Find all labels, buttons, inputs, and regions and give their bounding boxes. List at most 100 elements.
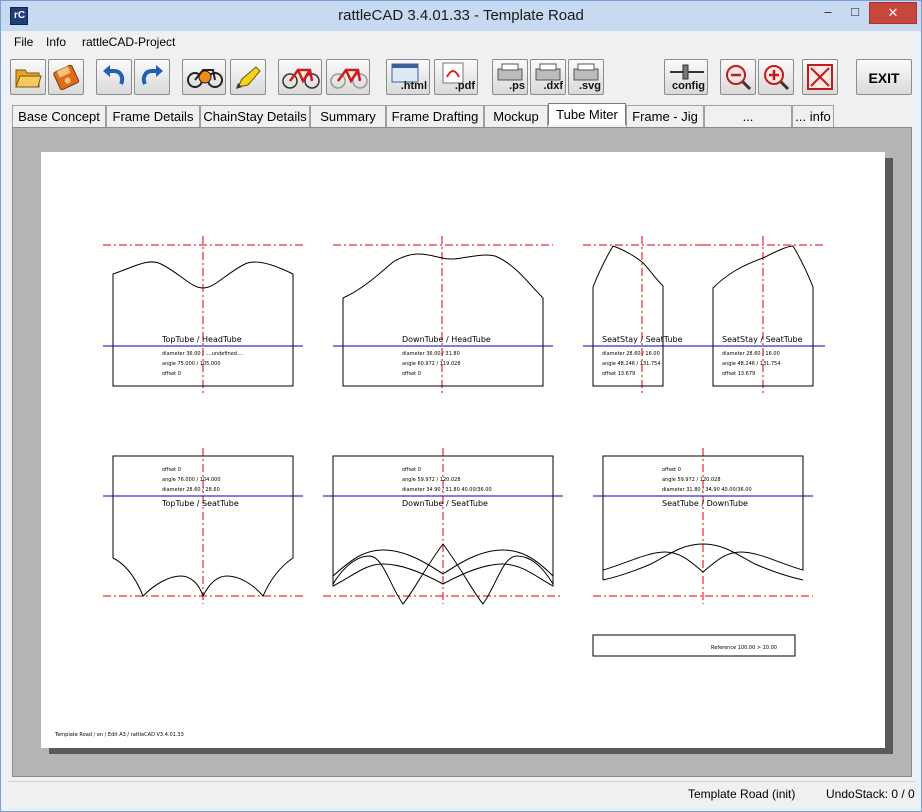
reference-label: Reference 100.00 > 10.00 xyxy=(711,645,777,651)
undo-icon xyxy=(103,65,125,85)
miter-offset: offset 0 xyxy=(162,467,181,473)
miter-title: SeatTube / DownTube xyxy=(662,499,748,508)
export-html-button[interactable]: .html xyxy=(386,59,430,95)
miter-diameter: diameter 36.00 / ....undefined.... xyxy=(162,351,244,357)
miter-offset: offset 0 xyxy=(402,467,421,473)
export-pdf-label: .pdf xyxy=(454,80,475,92)
zoom-out-icon xyxy=(726,65,752,91)
bike-red-icon xyxy=(282,68,320,89)
export-ps-label: .ps xyxy=(509,80,525,92)
miter-toptube-headtube: TopTube / HeadTube diameter 36.00 / ....… xyxy=(103,236,303,394)
miter-diameter: diameter 28.60 / 16.00 xyxy=(602,351,660,357)
miter-toptube-seattube: offset 0 angle 76.000 / 104.000 diameter… xyxy=(103,448,303,604)
fit-icon xyxy=(807,64,833,90)
drawing-canvas[interactable]: TopTube / HeadTube diameter 36.00 / ....… xyxy=(12,127,912,777)
redo-button[interactable] xyxy=(134,59,170,95)
zoom-out-button[interactable] xyxy=(720,59,756,95)
tab-summary[interactable]: Summary xyxy=(310,105,386,127)
open-button[interactable] xyxy=(10,59,46,95)
tab-tube-miter[interactable]: Tube Miter xyxy=(548,103,626,125)
config-label: config xyxy=(672,80,705,92)
miter-downtube-seattube: offset 0 angle 59.972 / 120.028 diameter… xyxy=(323,448,563,605)
window-title: rattleCAD 3.4.01.33 - Template Road xyxy=(338,7,584,24)
open-icon xyxy=(15,69,42,88)
fit-button[interactable] xyxy=(802,59,838,95)
export-pdf-button[interactable]: .pdf xyxy=(434,59,478,95)
tab-frame-details[interactable]: Frame Details xyxy=(106,105,200,127)
miter-angle: angle 76.000 / 104.000 xyxy=(162,477,221,483)
redo-icon xyxy=(141,65,163,85)
bike-frame-icon xyxy=(330,68,368,89)
tab-components[interactable]: ... Components xyxy=(704,105,792,145)
toolbar: .html .pdf .ps .dxf .svg config EXIT xyxy=(8,55,916,101)
export-svg-button[interactable]: .svg xyxy=(568,59,604,95)
render-icon xyxy=(187,69,223,88)
miter-diameter: diameter 34.90 / 31.80 40.00/36.00 xyxy=(402,487,492,493)
export-ps-button[interactable]: .ps xyxy=(492,59,528,95)
miter-angle: angle 48.246 / 131.754 xyxy=(602,361,661,367)
tab-frame-jig[interactable]: Frame - Jig xyxy=(626,105,704,127)
miter-seattube-downtube: offset 0 angle 59.972 / 120.028 diameter… xyxy=(593,448,813,604)
miter-offset: offset 13.679 xyxy=(602,371,635,377)
menu-rattlecad-project[interactable]: rattleCAD-Project xyxy=(82,35,175,49)
exit-button[interactable]: EXIT xyxy=(856,59,912,95)
miter-title: TopTube / SeatTube xyxy=(161,499,239,508)
title-bar: rC rattleCAD 3.4.01.33 - Template Road –… xyxy=(1,1,921,31)
miter-offset: offset 0 xyxy=(162,371,181,377)
miter-offset: offset 0 xyxy=(662,467,681,473)
save-button[interactable] xyxy=(48,59,84,95)
tab-chainstay-details[interactable]: ChainStay Details xyxy=(200,105,310,127)
miter-diameter: diameter 28.60 / 28.60 xyxy=(162,487,220,493)
export-html-label: .html xyxy=(400,80,427,92)
tab-base-concept[interactable]: Base Concept xyxy=(12,105,106,127)
close-button[interactable]: ✕ xyxy=(869,2,917,24)
menu-file[interactable]: File xyxy=(14,35,33,49)
undo-button[interactable] xyxy=(96,59,132,95)
status-bar: Template Road (init) UndoStack: 0 / 0 xyxy=(8,781,916,805)
miter-angle: angle 59.972 / 120.028 xyxy=(402,477,461,483)
miter-diameter: diameter 36.00 / 31.80 xyxy=(402,351,460,357)
tube-miter-drawing: TopTube / HeadTube diameter 36.00 / ....… xyxy=(54,236,825,738)
miter-offset: offset 0 xyxy=(402,371,421,377)
miter-angle: angle 48.246 / 131.754 xyxy=(722,361,781,367)
client-area: File Info rattleCAD-Project .html .pdf .… xyxy=(8,31,916,807)
config-button[interactable]: config xyxy=(664,59,708,95)
export-dxf-label: .dxf xyxy=(543,80,563,92)
bike-frame-button[interactable] xyxy=(326,59,370,95)
miter-title: DownTube / HeadTube xyxy=(402,335,491,344)
tab-frame-drafting[interactable]: Frame Drafting xyxy=(386,105,484,127)
maximize-button[interactable]: □ xyxy=(843,2,867,24)
bike-red-button[interactable] xyxy=(278,59,322,95)
export-svg-label: .svg xyxy=(578,80,601,92)
miter-downtube-headtube: DownTube / HeadTube diameter 36.00 / 31.… xyxy=(333,236,553,394)
minimize-button[interactable]: – xyxy=(816,2,840,24)
export-dxf-button[interactable]: .dxf xyxy=(530,59,566,95)
save-icon xyxy=(53,64,80,91)
menu-info[interactable]: Info xyxy=(46,35,66,49)
zoom-in-icon xyxy=(764,65,790,91)
menu-bar: File Info rattleCAD-Project xyxy=(8,31,916,53)
app-window: rC rattleCAD 3.4.01.33 - Template Road –… xyxy=(0,0,922,812)
zoom-in-button[interactable] xyxy=(758,59,794,95)
highlight-icon xyxy=(236,66,261,89)
tab-mockup[interactable]: Mockup xyxy=(484,105,548,127)
status-project: Template Road (init) xyxy=(688,787,796,801)
drawing-footer: Template Road / en / Edit A3 / rattleCAD… xyxy=(54,732,184,738)
render-button[interactable] xyxy=(182,59,226,95)
miter-seatstay-seattube-right: SeatStay / SeatTube diameter 28.60 / 16.… xyxy=(703,236,825,394)
miter-title: SeatStay / SeatTube xyxy=(602,335,683,344)
miter-title: SeatStay / SeatTube xyxy=(722,335,803,344)
miter-angle: angle 59.972 / 120.028 xyxy=(662,477,721,483)
miter-angle: angle 60.972 / 119.028 xyxy=(402,361,461,367)
drawing-sheet: TopTube / HeadTube diameter 36.00 / ....… xyxy=(41,152,885,748)
miter-offset: offset 13.679 xyxy=(722,371,755,377)
config-icon xyxy=(670,64,704,80)
tab-info[interactable]: ... info xyxy=(792,105,834,127)
miter-seatstay-seattube-left: SeatStay / SeatTube diameter 28.60 / 16.… xyxy=(583,236,703,394)
tab-bar: Base Concept Frame Details ChainStay Det… xyxy=(12,103,912,145)
status-undo-stack: UndoStack: 0 / 0 xyxy=(826,787,915,801)
miter-title: TopTube / HeadTube xyxy=(161,335,242,344)
highlight-button[interactable] xyxy=(230,59,266,95)
miter-diameter: diameter 28.60 / 16.00 xyxy=(722,351,780,357)
miter-angle: angle 75.000 / 105.000 xyxy=(162,361,221,367)
